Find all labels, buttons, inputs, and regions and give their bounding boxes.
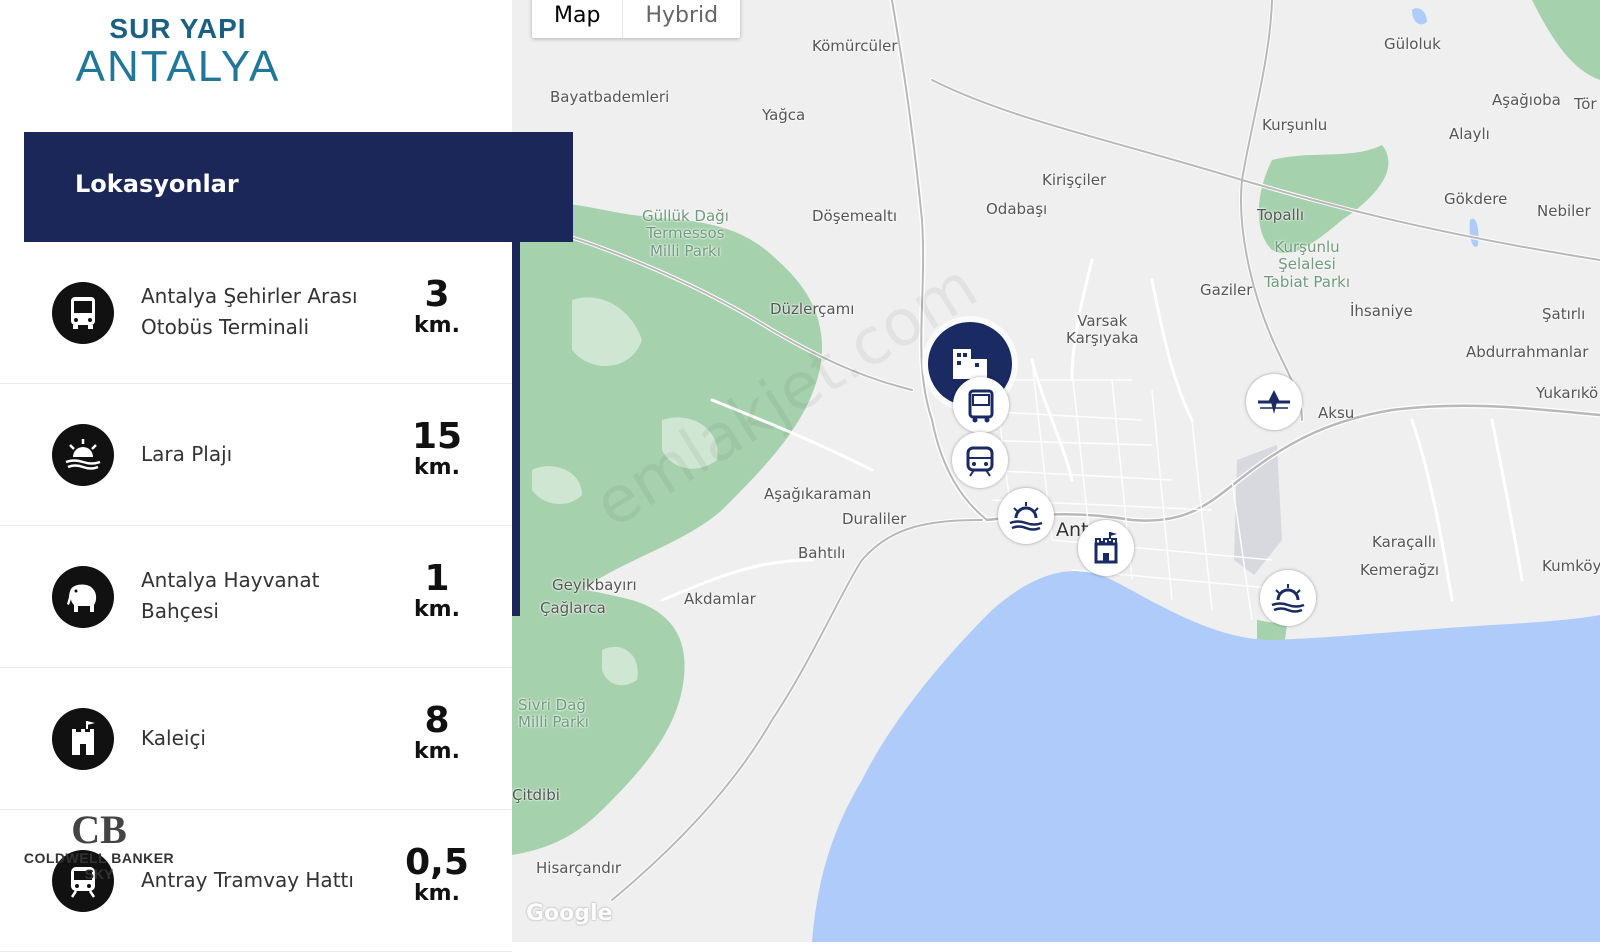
location-name: Lara Plajı [141, 441, 233, 466]
distance-unit: km. [414, 313, 460, 338]
map-label: Aşağıoba [1492, 91, 1561, 109]
castle-icon [1094, 532, 1118, 564]
distance-unit: km. [414, 455, 460, 480]
coldwell-banker-logo: CB COLDWELL BANKER SKY [14, 807, 184, 883]
map-label: Duraliler [842, 510, 907, 528]
map-label: Kumköy [1542, 557, 1600, 575]
map-label: Güloluk [1384, 35, 1441, 53]
elephant-icon [52, 566, 114, 628]
bus-icon [52, 282, 114, 344]
distance-unit: km. [414, 597, 460, 622]
map-view[interactable]: emlakjet.com Map Hybrid Kömürcüler Gülol… [512, 0, 1600, 942]
map-label: Kömürcüler [812, 37, 898, 55]
map-label: Aşağıkaraman [764, 485, 872, 503]
location-name: Antalya Şehirler Arası Otobüs Terminali [141, 284, 358, 339]
map-label: Çitdibi [512, 786, 560, 804]
brand-line-2: ANTALYA [75, 42, 281, 91]
distance-value: 0,5 [405, 842, 469, 883]
distance-value: 15 [411, 416, 463, 457]
location-distance: 1 km. [392, 560, 482, 622]
map-label: Şatırlı [1542, 305, 1586, 323]
map-marker-tram[interactable] [952, 432, 1008, 488]
map-type-hybrid-button[interactable]: Hybrid [623, 0, 740, 38]
map-marker-airport[interactable] [1246, 374, 1302, 430]
map-label: Nebiler [1537, 202, 1591, 220]
map-label: Karaçallı [1372, 533, 1437, 551]
map-type-control[interactable]: Map Hybrid [532, 0, 741, 38]
distance-value: 3 [424, 274, 450, 315]
map-label: Döşemealtı [812, 207, 898, 225]
tram-icon [966, 446, 994, 477]
map-marker-beach[interactable] [1260, 570, 1316, 626]
map-label-park: Kurşunlu Şelalesi Tabiat Parkı [1264, 238, 1350, 291]
map-label: Kurşunlu [1262, 116, 1328, 134]
airplane-icon [1258, 390, 1290, 414]
map-label: Odabaşı [986, 200, 1048, 218]
distance-unit: km. [414, 739, 460, 764]
brand-logo: SUR YAPI ANTALYA [68, 14, 288, 90]
distance-value: 8 [424, 700, 450, 741]
map-label: Abdurrahmanlar [1466, 343, 1589, 361]
section-title: Lokasyonlar [75, 170, 239, 198]
map-label: Kemerağzı [1360, 561, 1440, 579]
location-row[interactable]: Lara Plajı 15 km. [0, 384, 512, 526]
brand-line-1: SUR YAPI [109, 13, 247, 44]
map-label-park: Sivri Dağ Milli Parkı [518, 696, 589, 732]
map-label: Varsak Karşıyaka [1066, 312, 1139, 348]
castle-icon [52, 708, 114, 770]
active-indicator-bar [512, 242, 520, 616]
distance-value: 1 [424, 558, 450, 599]
map-label: Gaziler [1200, 281, 1253, 299]
google-attribution: Google [526, 901, 613, 926]
map-label: Gökdere [1444, 190, 1508, 208]
map-type-map-button[interactable]: Map [532, 0, 624, 38]
location-distance: 15 km. [392, 418, 482, 480]
map-label: Bahtılı [798, 544, 846, 562]
map-marker-beach[interactable] [998, 488, 1054, 544]
map-label: Çağlarca [540, 599, 606, 617]
cb-monogram: CB [71, 807, 127, 852]
map-label: İhsaniye [1350, 302, 1413, 320]
map-marker-bus[interactable] [953, 377, 1009, 433]
map-label: Tör [1574, 95, 1597, 113]
map-label: Geyikbayırı [552, 576, 637, 594]
map-label: Alaylı [1449, 125, 1490, 143]
bus-icon [968, 389, 994, 423]
map-label: Aksu [1318, 404, 1355, 422]
section-header: Lokasyonlar [24, 132, 573, 242]
map-label: Akdamlar [684, 590, 756, 608]
distance-unit: km. [414, 881, 460, 906]
location-distance: 3 km. [392, 276, 482, 338]
location-row[interactable]: Kaleiçi 8 km. [0, 668, 512, 810]
map-label: Yukarıkö [1536, 384, 1599, 402]
map-label: Kirişçiler [1042, 171, 1107, 189]
sunset-beach-icon [52, 424, 114, 486]
location-distance: 0,5 km. [392, 844, 482, 906]
map-label: Yağca [762, 106, 806, 124]
cb-line-1: COLDWELL BANKER [23, 850, 175, 866]
map-label-park: Güllük Dağı Termessos Milli Parkı [642, 207, 729, 260]
location-row[interactable]: Antalya Şehirler Arası Otobüs Terminali … [0, 242, 512, 384]
map-label: Hisarçandır [536, 859, 622, 877]
location-distance: 8 km. [392, 702, 482, 764]
location-row[interactable]: Antalya Hayvanat Bahçesi 1 km. [0, 526, 512, 668]
map-label: Düzlerçamı [770, 300, 855, 318]
map-label: Topallı [1257, 206, 1305, 224]
map-marker-castle[interactable] [1078, 520, 1134, 576]
location-name: Antalya Hayvanat Bahçesi [141, 568, 320, 623]
sunset-beach-icon [1271, 584, 1305, 613]
location-name: Kaleiçi [141, 725, 206, 750]
cb-line-2: SKY [84, 866, 114, 882]
sunset-beach-icon [1009, 502, 1043, 531]
map-label: Bayatbademleri [550, 88, 670, 106]
